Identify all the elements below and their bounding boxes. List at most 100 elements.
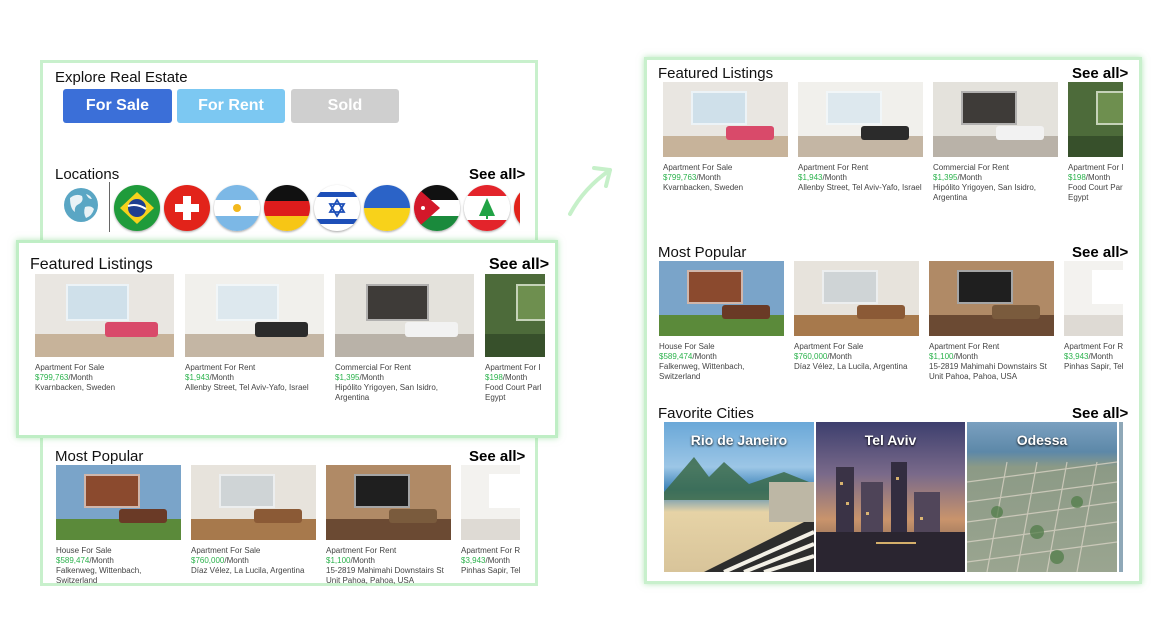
- locations-see-all-link[interactable]: See all>: [469, 166, 525, 183]
- listing-photo[interactable]: [185, 274, 324, 357]
- listing-photo[interactable]: [933, 82, 1058, 157]
- popular-listing-card[interactable]: House For Sale $589,474/Month Falkenweg, W…: [56, 465, 181, 585]
- right-featured-see-all-link[interactable]: See all>: [1072, 65, 1128, 82]
- listing-info: Apartment For Rent $1,100/Month 15-2819 Ma…: [326, 546, 444, 585]
- jordan-flag-icon[interactable]: [414, 185, 460, 231]
- right-popular-see-all-link[interactable]: See all>: [1072, 244, 1128, 261]
- listing-address: Falkenweg, Wittenbach,: [56, 566, 142, 575]
- listing-price: $1,395/Month: [335, 373, 438, 383]
- globe-icon[interactable]: [61, 185, 101, 225]
- price-period: /Month: [953, 352, 978, 361]
- price-period: /Month: [485, 556, 510, 565]
- sold-button[interactable]: Sold: [291, 89, 399, 123]
- price-value: $589,474: [56, 556, 90, 565]
- listing-type: Apartment For I: [485, 363, 541, 372]
- listing-photo[interactable]: [326, 465, 451, 540]
- listing-photo[interactable]: [929, 261, 1054, 336]
- listing-price: $799,763/Month: [663, 173, 743, 183]
- featured-listing-card[interactable]: Apartment For Sale $799,763/Month Kvarnbac…: [663, 82, 788, 207]
- listing-info: Commercial For Rent $1,395/Month Hipólito …: [335, 363, 438, 403]
- popular-listing-card[interactable]: Apartment For Rent $1,100/Month 15-2819 Ma…: [929, 261, 1054, 386]
- featured-listing-card[interactable]: Commercial For Rent $1,395/Month Hipólito …: [933, 82, 1058, 207]
- price-value: $198: [485, 373, 503, 382]
- listing-photo[interactable]: [35, 274, 174, 357]
- locations-row: [55, 182, 520, 234]
- price-period: /Month: [502, 373, 528, 382]
- listing-address-line-2: Argentina: [933, 193, 968, 202]
- listing-address: 15-2819 Mahimahi Downstairs St: [326, 566, 444, 575]
- popular-listing-card[interactable]: House For Sale $589,474/Month Falkenweg, W…: [659, 261, 784, 386]
- listing-address-line-2: Egypt: [485, 393, 506, 402]
- popular-listing-card[interactable]: Apartment For Sale $760,000/Month Díaz Vél…: [191, 465, 316, 585]
- listing-price: $1,943/Month: [798, 173, 922, 183]
- for-rent-button[interactable]: For Rent: [177, 89, 285, 123]
- listing-photo[interactable]: [335, 274, 474, 357]
- featured-listing-card[interactable]: Commercial For Rent $1,395/Month Hipólito …: [335, 274, 474, 407]
- israel-flag-icon[interactable]: [314, 185, 360, 231]
- listing-type: Apartment For I: [1068, 163, 1123, 172]
- listing-photo[interactable]: [1068, 82, 1123, 157]
- price-period: /Month: [350, 556, 375, 565]
- listing-photo[interactable]: [794, 261, 919, 336]
- listing-price: $760,000/Month: [794, 352, 907, 362]
- for-sale-button[interactable]: For Sale: [63, 89, 172, 123]
- price-value: $589,474: [659, 352, 693, 361]
- listing-price: $589,474/Month: [56, 556, 141, 566]
- listing-info: House For Sale $589,474/Month Falkenweg, W…: [56, 546, 141, 585]
- city-name: Tel Aviv: [864, 432, 917, 448]
- listing-type: Commercial For Rent: [933, 163, 1010, 172]
- featured-listing-card[interactable]: Apartment For Rent $1,943/Month Allenby St…: [185, 274, 324, 407]
- popular-listing-card[interactable]: Apartment For Sale $760,000/Month Díaz Vél…: [794, 261, 919, 386]
- listing-address: Díaz Vélez, La Lucila, Argentina: [191, 566, 305, 575]
- listing-photo[interactable]: [798, 82, 923, 157]
- left-featured-see-all-link[interactable]: See all>: [489, 256, 549, 274]
- listing-info: Apartment For Re $3,943/Month Pinhas Sapir…: [461, 546, 520, 576]
- listing-address: 15-2819 Mahimahi Downstairs St: [929, 362, 1047, 371]
- right-featured-title: Featured Listings: [658, 65, 774, 82]
- featured-listing-card[interactable]: Apartment For I $198/Month Food Court Parl…: [485, 274, 545, 407]
- city-card-partial[interactable]: [1119, 422, 1123, 572]
- listing-price: $198/Month: [485, 373, 541, 383]
- germany-flag-icon[interactable]: [264, 185, 310, 231]
- switzerland-flag-icon[interactable]: [164, 185, 210, 231]
- popular-listing-card[interactable]: Apartment For Re $3,943/Month Pinhas Sapir…: [461, 465, 520, 585]
- featured-listing-card[interactable]: Apartment For Sale $799,763/Month Kvarnbac…: [35, 274, 174, 407]
- listing-photo[interactable]: [461, 465, 520, 540]
- argentina-flag-icon[interactable]: [214, 185, 260, 231]
- listing-address: Pinhas Sapir, Tel: [461, 566, 520, 575]
- left-popular-title: Most Popular: [55, 448, 144, 465]
- listing-type: Apartment For Sale: [663, 163, 733, 172]
- listing-address: Pinhas Sapir, Tel: [1064, 362, 1123, 371]
- listing-photo[interactable]: [191, 465, 316, 540]
- city-name: Rio de Janeiro: [690, 432, 788, 448]
- listing-photo[interactable]: [56, 465, 181, 540]
- featured-listing-card[interactable]: Apartment For Rent $1,943/Month Allenby St…: [798, 82, 923, 207]
- cities-see-all-link[interactable]: See all>: [1072, 405, 1128, 422]
- listing-photo[interactable]: [485, 274, 545, 357]
- ukraine-flag-icon[interactable]: [364, 185, 410, 231]
- listing-address: Allenby Street, Tel Aviv-Yafo, Israel: [185, 383, 309, 392]
- listing-address-line-2: Switzerland: [659, 372, 701, 381]
- listing-photo[interactable]: [663, 82, 788, 157]
- featured-listing-card[interactable]: Apartment For I $198/Month Food Court Parl…: [1068, 82, 1123, 207]
- city-name: Odessa: [1016, 432, 1068, 448]
- listing-photo[interactable]: [1064, 261, 1123, 336]
- lebanon-flag-icon[interactable]: [464, 185, 510, 231]
- listing-address-line-2: Argentina: [335, 393, 370, 402]
- city-card-rio[interactable]: Rio de Janeiro: [664, 422, 814, 572]
- next-flag-icon[interactable]: [514, 185, 520, 231]
- listing-photo[interactable]: [659, 261, 784, 336]
- city-card-tel-aviv[interactable]: Tel Aviv: [816, 422, 965, 572]
- brazil-flag-icon[interactable]: [114, 185, 160, 231]
- price-value: $1,100: [326, 556, 351, 565]
- transition-arrow-icon: [568, 166, 612, 216]
- price-period: /Month: [68, 373, 93, 382]
- left-popular-see-all-link[interactable]: See all>: [469, 448, 525, 465]
- listing-price: $589,474/Month: [659, 352, 744, 362]
- price-value: $3,943: [461, 556, 486, 565]
- listing-address-line-2: Unit Pahoa, Pahoa, USA: [929, 372, 1018, 381]
- popular-listing-card[interactable]: Apartment For Re $3,943/Month Pinhas Sapir…: [1064, 261, 1123, 386]
- listing-type: House For Sale: [659, 342, 715, 351]
- popular-listing-card[interactable]: Apartment For Rent $1,100/Month 15-2819 Ma…: [326, 465, 451, 585]
- city-card-odessa[interactable]: Odessa: [967, 422, 1117, 572]
